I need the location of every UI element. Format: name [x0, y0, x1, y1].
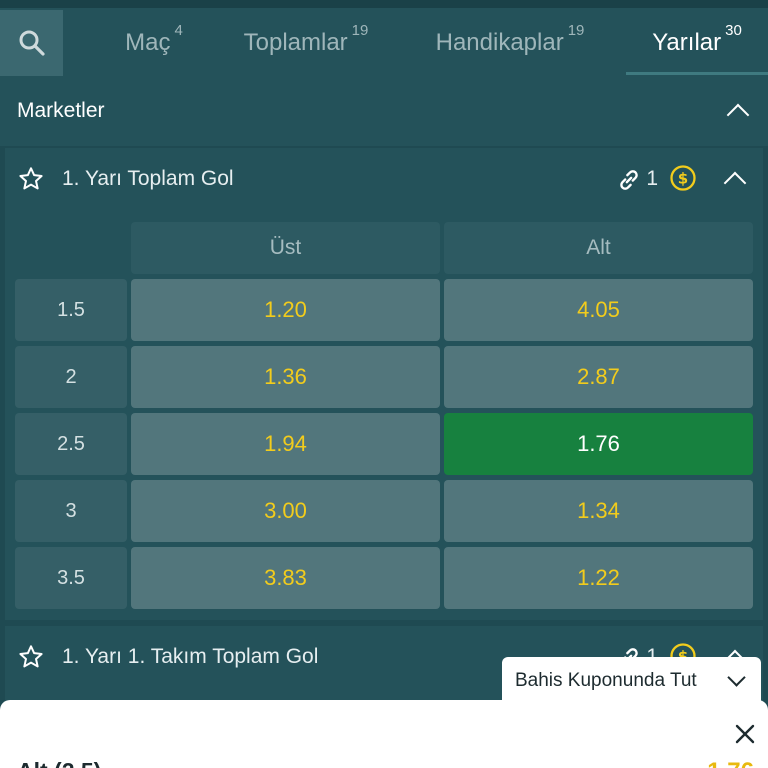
close-icon[interactable]	[735, 724, 755, 744]
chevron-up-icon[interactable]	[723, 171, 747, 195]
tab-count: 19	[567, 21, 585, 39]
selection-odd: 1.76	[707, 758, 754, 768]
link-icon	[620, 170, 638, 190]
line-cell: 1.5	[15, 279, 127, 341]
selection-label: Alt (2.5)	[17, 758, 101, 768]
tab-count: 30	[725, 21, 742, 39]
svg-text:$: $	[678, 170, 688, 188]
line-cell: 3	[15, 480, 127, 542]
column-header-over: Üst	[131, 222, 440, 274]
cashout-coin-icon: $	[670, 165, 696, 191]
keep-in-betslip-button[interactable]: Bahis Kuponunda Tut	[502, 657, 761, 705]
search-button[interactable]	[0, 10, 63, 76]
tab-count: 19	[351, 21, 369, 39]
market-card-header[interactable]: 1. Yarı Toplam Gol 1 $	[5, 148, 763, 210]
star-icon[interactable]	[17, 643, 45, 671]
market-title: 1. Yarı 1. Takım Toplam Gol	[62, 645, 319, 668]
tab-handikaplar[interactable]: Handikaplar 19	[418, 10, 602, 76]
markets-header[interactable]: Marketler	[0, 76, 768, 146]
keep-in-betslip-label: Bahis Kuponunda Tut	[515, 670, 697, 691]
line-cell: 2.5	[15, 413, 127, 475]
column-header-under: Alt	[444, 222, 753, 274]
line-cell: 3.5	[15, 547, 127, 609]
odd-button-over[interactable]: 1.20	[131, 279, 440, 341]
tab-label: Handikaplar	[435, 29, 564, 56]
top-tab-bar: Maç 4 Toplamlar 19 Handikaplar 19 Yarılar 30	[0, 0, 768, 76]
tab-count: 4	[174, 21, 183, 39]
tab-label: Yarılar	[652, 29, 722, 56]
star-icon[interactable]	[17, 165, 45, 193]
odd-button-over[interactable]: 1.94	[131, 413, 440, 475]
odd-button-under[interactable]: 4.05	[444, 279, 753, 341]
odd-button-over[interactable]: 3.83	[131, 547, 440, 609]
chevron-down-icon	[727, 668, 746, 687]
betslip-sheet: Alt (2.5) 1.76	[0, 700, 768, 768]
odds-grid: Üst Alt 1.5 1.20 4.05 2 1.36 2.87 2.5 1.…	[5, 210, 763, 610]
odd-button-under[interactable]: 1.22	[444, 547, 753, 609]
odd-button-over[interactable]: 3.00	[131, 480, 440, 542]
odd-button-under[interactable]: 2.87	[444, 346, 753, 408]
tab-yarilar[interactable]: Yarılar 30	[626, 10, 768, 76]
tab-label: Maç	[125, 29, 171, 56]
line-cell: 2	[15, 346, 127, 408]
tab-label: Toplamlar	[243, 29, 348, 56]
tab-mac[interactable]: Maç 4	[104, 10, 204, 76]
search-icon	[19, 30, 45, 56]
market-card: 1. Yarı Toplam Gol 1 $ Üst Alt 1.5 1.20 …	[5, 148, 763, 620]
chevron-up-icon[interactable]	[726, 103, 750, 127]
market-title: 1. Yarı Toplam Gol	[62, 167, 234, 190]
odd-button-under[interactable]: 1.34	[444, 480, 753, 542]
odd-button-under-selected[interactable]: 1.76	[444, 413, 753, 475]
markets-title: Marketler	[17, 99, 105, 122]
odd-button-over[interactable]: 1.36	[131, 346, 440, 408]
tab-toplamlar[interactable]: Toplamlar 19	[226, 10, 386, 76]
link-count: 1	[646, 167, 658, 190]
active-tab-indicator	[626, 72, 768, 75]
